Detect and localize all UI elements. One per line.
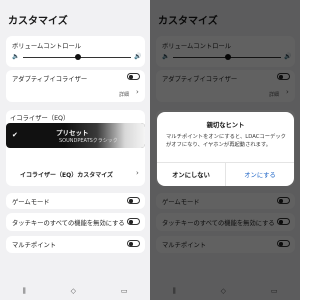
page-title: カスタマイズ [8,16,68,27]
preset-title: プリセット [56,129,89,137]
adaptive-eq-details-link[interactable]: 詳細 [119,91,129,98]
left-pane: カスタマイズ ボリュームコントロール 🔈 🔊 アダプティブイコライザー 詳細 ›… [0,0,150,300]
chevron-right-icon: › [136,88,139,96]
screen: カスタマイズ ボリュームコントロール 🔈 🔊 アダプティブイコライザー 詳細 ›… [0,0,300,300]
adaptive-eq-label: アダプティブイコライザー [12,76,88,83]
adaptive-eq-card: アダプティブイコライザー 詳細 › [6,70,145,102]
bottom-nav: ⫼ ◇ ▭ [0,282,150,300]
preset-subtitle: SOUNDPEATSクラシック [59,138,118,144]
dialog-cancel-button[interactable]: オンにしない [157,162,225,186]
volume-label: ボリュームコントロール [12,43,82,50]
checkmark-icon: ✔ [12,131,18,139]
speaker-high-icon: 🔊 [134,53,142,60]
volume-slider-knob[interactable] [75,54,81,60]
game-mode-toggle[interactable] [127,197,140,204]
equalizer-icon[interactable]: ⫼ [22,287,25,296]
adaptive-eq-toggle[interactable] [127,73,140,80]
dialog-message: マルチポイントをオンにすると、LDACコーデックがオフになり、イヤホンが再起動さ… [166,134,286,148]
multipoint-toggle[interactable] [127,240,140,247]
dialog-confirm-button[interactable]: オンにする [226,162,294,186]
multipoint-row: マルチポイント [6,236,145,253]
eq-card: イコライザー（EQ） イコライザー（EQ）カスタマイズ › [6,110,145,186]
eq-label: イコライザー（EQ） [10,115,70,122]
hint-dialog: 親切なヒント マルチポイントをオンにすると、LDACコーデックがオフになり、イヤ… [157,112,294,186]
touch-disable-row: タッチキーのすべての機能を無効にする [6,213,145,231]
game-mode-row: ゲームモード [6,193,145,209]
chevron-right-icon: › [136,169,139,177]
multipoint-label: マルチポイント [12,242,57,249]
volume-card: ボリュームコントロール 🔈 🔊 [6,36,145,67]
eq-custom-link[interactable]: イコライザー（EQ）カスタマイズ [20,170,113,179]
eq-preset-card[interactable]: ✔ プリセット SOUNDPEATSクラシック [6,123,145,148]
right-pane: カスタマイズ ボリュームコントロール 🔈 🔊 アダプティブイコライザー 詳細 ›… [150,0,300,300]
diamond-icon[interactable]: ◇ [71,287,76,295]
touch-disable-toggle[interactable] [127,218,140,225]
dialog-title: 親切なヒント [206,122,245,129]
touch-disable-label: タッチキーのすべての機能を無効にする [12,220,125,227]
game-mode-label: ゲームモード [12,199,50,206]
speaker-low-icon: 🔈 [12,53,20,60]
device-icon[interactable]: ▭ [121,287,128,295]
